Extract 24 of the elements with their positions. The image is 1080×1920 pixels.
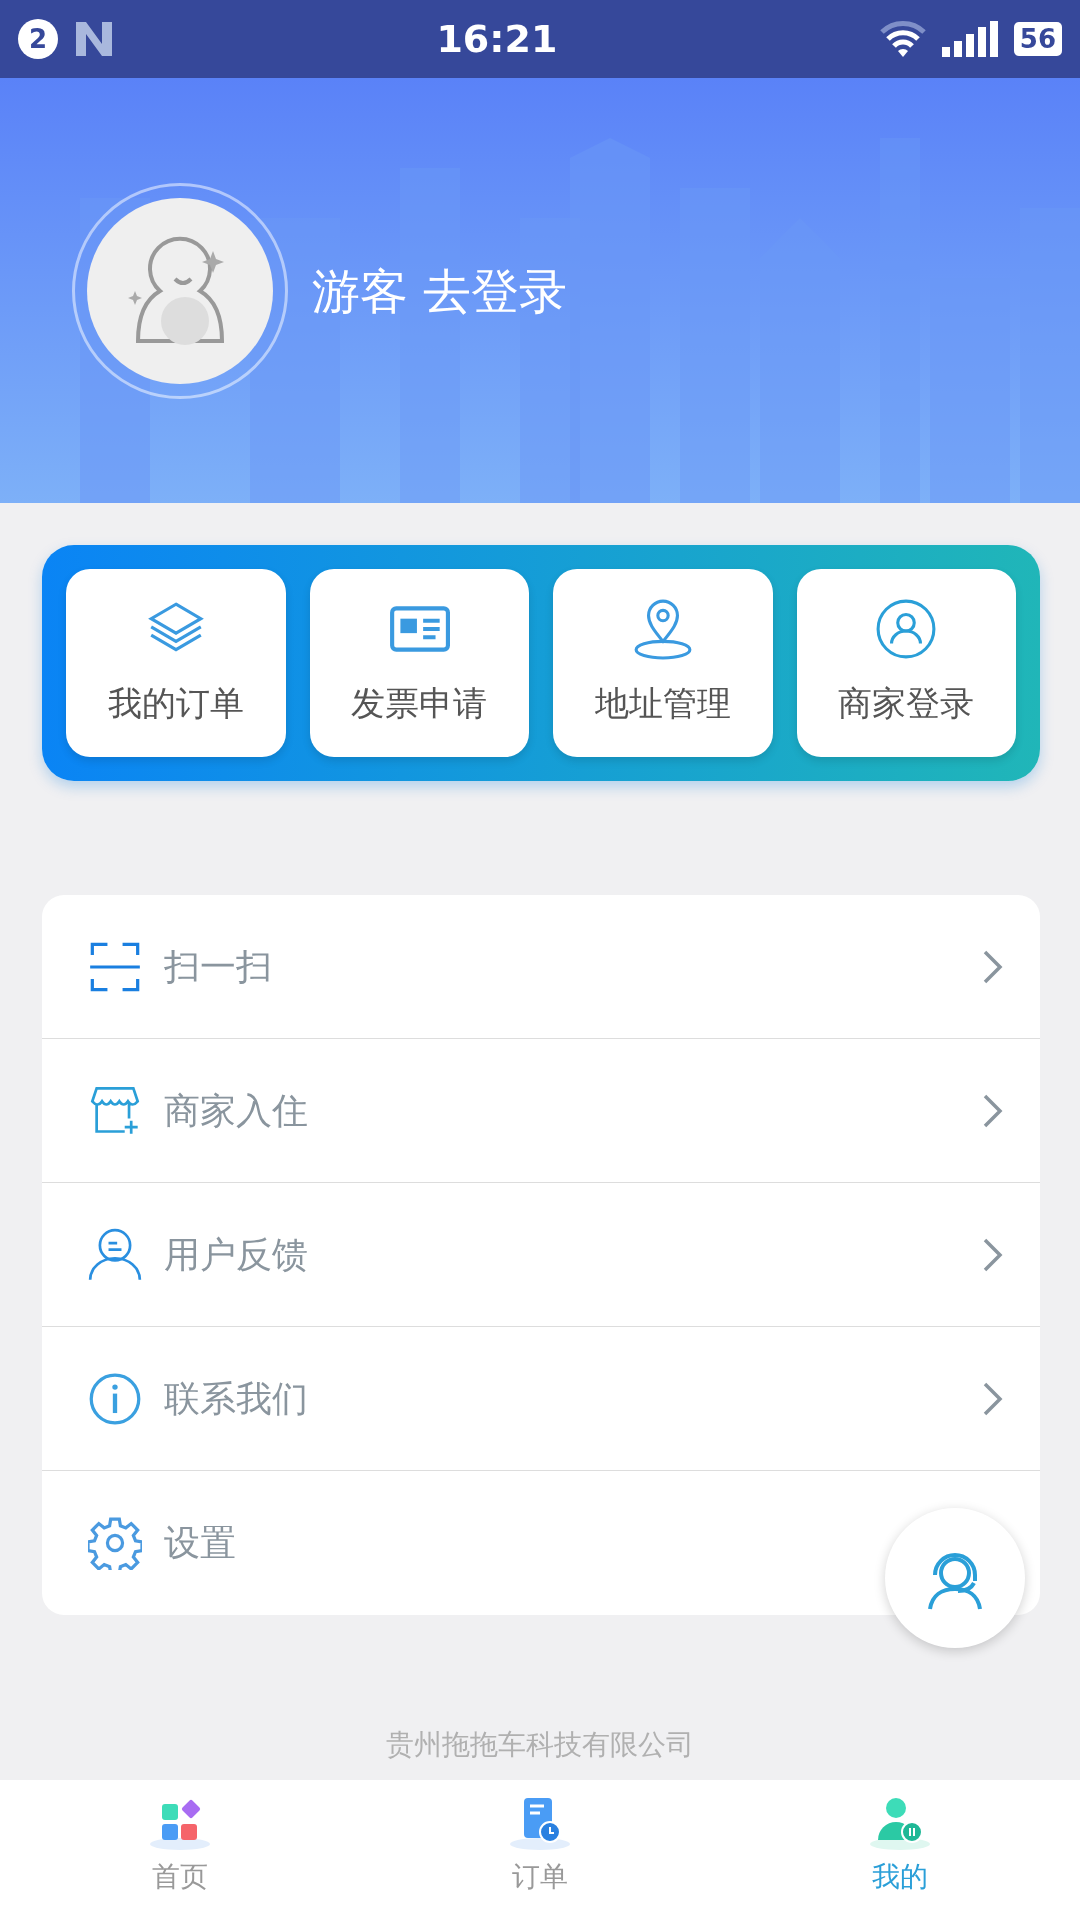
info-icon: [88, 1371, 142, 1426]
settings-icon: [88, 1516, 142, 1570]
notification-count: 2: [18, 19, 58, 59]
user-circle-icon: [875, 597, 938, 660]
tab[interactable]: 首页: [0, 1780, 360, 1920]
quick-action-button[interactable]: 我的订单: [66, 569, 286, 757]
company-name: 贵州拖拖车科技有限公司: [385, 1727, 695, 1763]
profile-name[interactable]: 游客 去登录: [312, 254, 568, 327]
clock: 16:21: [435, 15, 559, 63]
quick-action-button[interactable]: 商家登录: [796, 569, 1016, 757]
tab[interactable]: 我的: [720, 1780, 1080, 1920]
quick-action-button[interactable]: 发票申请: [309, 569, 529, 757]
battery-level: 56: [1013, 22, 1062, 56]
menu-item[interactable]: 联系我们: [42, 1327, 1040, 1471]
menu-item[interactable]: 用户反馈: [42, 1183, 1040, 1327]
signal-icon: [941, 21, 998, 57]
quick-action-button[interactable]: 地址管理: [553, 569, 773, 757]
n-logo-icon: [74, 20, 114, 58]
menu-item[interactable]: 商家入住: [42, 1039, 1040, 1183]
menu-item[interactable]: 扫一扫: [42, 895, 1040, 1039]
menu-item[interactable]: 设置: [42, 1471, 1040, 1615]
wifi-icon: [879, 20, 926, 58]
person-icon: [88, 1227, 142, 1282]
tab[interactable]: 订单: [360, 1780, 720, 1920]
